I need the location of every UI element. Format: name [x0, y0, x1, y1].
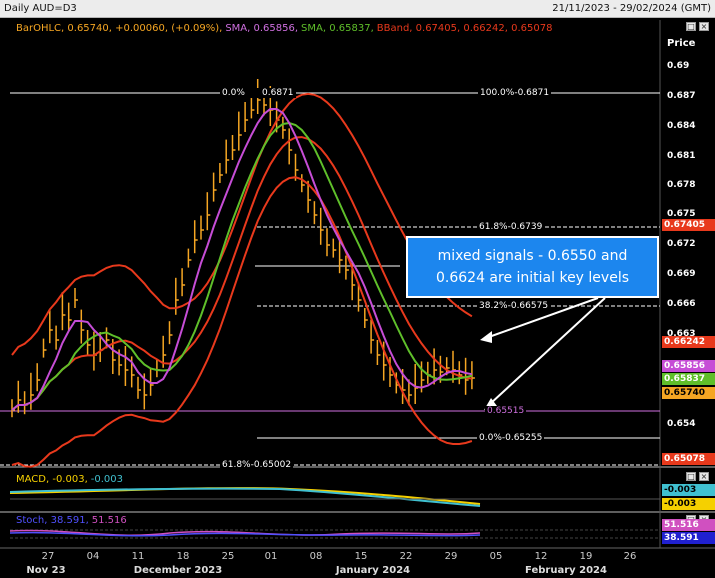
close-pane-icon[interactable]: × [699, 472, 709, 481]
stoch-badge: 51.516 [662, 519, 715, 531]
fib-label-618: 61.8%-0.6739 [477, 222, 545, 232]
price-tick-label: 0.678 [667, 180, 696, 190]
month-label: February 2024 [525, 565, 607, 576]
fib-label-618-low: 61.8%-0.65002 [220, 460, 294, 470]
price-tick-label: 0.654 [667, 419, 696, 429]
price-tick-label: 0.681 [667, 151, 696, 161]
time-tick-label: 18 [176, 551, 190, 562]
time-tick-label: 11 [131, 551, 145, 562]
sma1-legend: SMA, 0.65856, [225, 23, 299, 34]
time-tick-label: 29 [444, 551, 458, 562]
time-tick-label: 01 [264, 551, 278, 562]
time-tick-label: 26 [623, 551, 637, 562]
fib-label-0: 0.0%-0.65255 [477, 433, 545, 443]
time-tick-label: 19 [579, 551, 593, 562]
callout-arrow [489, 297, 606, 405]
annotation-callout: mixed signals - 0.6550 and 0.6624 are in… [406, 236, 659, 298]
month-label: December 2023 [133, 565, 223, 576]
macd-badge: -0.003 [662, 484, 715, 496]
price-tick-label: 0.687 [667, 91, 696, 101]
month-label: Nov 23 [26, 565, 66, 576]
main-legend: BarOHLC, 0.65740, +0.00060, (+0.09%), SMA… [16, 23, 555, 34]
sma2-legend: SMA, 0.65837, [301, 23, 374, 34]
price-badge: 0.67405 [662, 219, 715, 231]
callout-arrowhead [480, 331, 492, 343]
close-pane-icon[interactable]: × [699, 22, 709, 31]
price-tick-label: 0.684 [667, 121, 696, 131]
time-tick-label: 12 [534, 551, 548, 562]
time-tick-label: 15 [354, 551, 368, 562]
bband-legend: BBand, 0.67405, 0.66242, 0.65078 [376, 23, 553, 34]
time-tick-label: 04 [86, 551, 100, 562]
time-tick-label: 27 [41, 551, 55, 562]
maximize-pane-icon[interactable]: □ [686, 22, 696, 31]
month-label: January 2024 [335, 565, 411, 576]
fib-label-100: 100.0%-0.6871 [478, 88, 552, 98]
price-badge: 0.65740 [662, 387, 715, 399]
price-badge: 0.65837 [662, 373, 715, 385]
sma-fast-line [11, 108, 473, 411]
time-tick-label: 25 [221, 551, 235, 562]
price-tick-label: 0.69 [667, 61, 690, 71]
fib-label-top-left: 0.0% 0.6871 [220, 88, 296, 98]
price-tick-label: 0.666 [667, 299, 696, 309]
macd-legend: MACD, -0.003, -0.003 [16, 474, 123, 485]
time-tick-label: 05 [489, 551, 503, 562]
time-tick-label: 08 [309, 551, 323, 562]
time-tick-label: 22 [399, 551, 413, 562]
maximize-pane-icon[interactable]: □ [686, 472, 696, 481]
price-tick-label: 0.669 [667, 269, 696, 279]
stoch-badge: 38.591 [662, 532, 715, 544]
ohlc-legend: BarOHLC, 0.65740, +0.00060, (+0.09%), [16, 23, 223, 34]
price-axis-title: Price [667, 38, 696, 49]
price-tick-label: 0.675 [667, 209, 696, 219]
price-badge: 0.65856 [662, 360, 715, 372]
price-tick-label: 0.672 [667, 239, 696, 249]
price-badge: 0.65078 [662, 453, 715, 465]
support-label: 0.65515 [485, 406, 527, 416]
stoch-legend: Stoch, 38.591, 51.516 [16, 515, 127, 526]
macd-badge: -0.003 [662, 498, 715, 510]
fib-label-382: 38.2%-0.66575 [477, 301, 551, 311]
price-badge: 0.66242 [662, 336, 715, 348]
